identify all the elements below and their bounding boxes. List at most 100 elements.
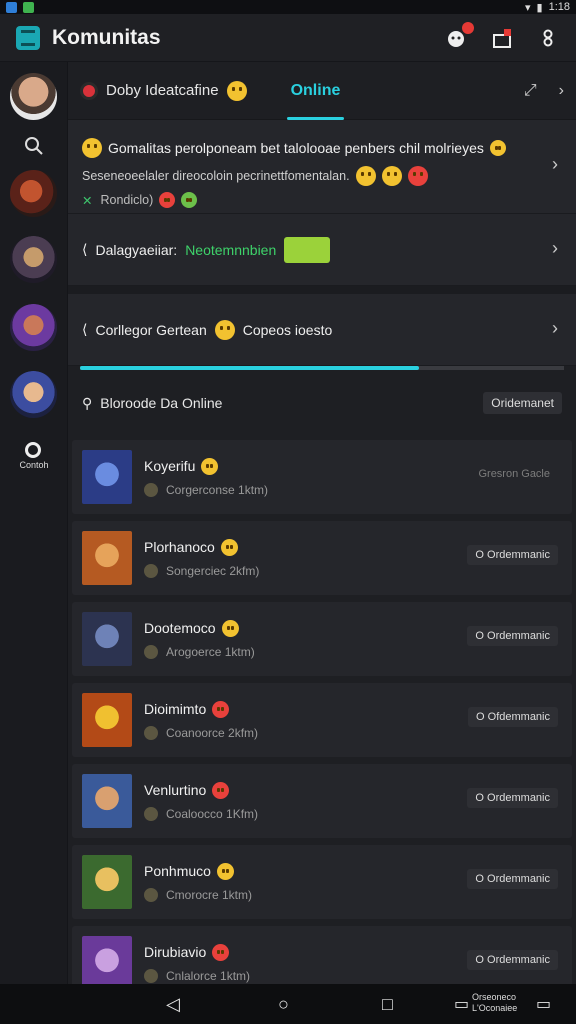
emoji-icon [212, 781, 230, 799]
search-icon[interactable] [23, 135, 45, 157]
close-icon[interactable]: ✕ [82, 193, 92, 208]
member-status[interactable]: O Ordemmanic [467, 788, 558, 808]
chevron-right-icon[interactable]: › [559, 82, 564, 100]
chat-icon[interactable]: ▭ [536, 994, 551, 1014]
app-bar: Komunitas [0, 14, 576, 62]
emoji-icon [226, 80, 247, 101]
pin-icon: ⚲ [82, 394, 93, 411]
app-notification-icon [6, 1, 17, 13]
member-status[interactable]: Gresron Gacle [470, 464, 558, 484]
emoji-icon [212, 943, 230, 961]
member-name: Dirubiavio [144, 944, 207, 960]
community-avatar-3[interactable] [10, 304, 57, 351]
list-item[interactable]: Koyerifu Corgerconse 1ktm) Gresron Gacle [72, 440, 572, 514]
member-thumbnail [82, 774, 132, 828]
badge-icon [144, 887, 158, 902]
emoji-icon [407, 166, 428, 186]
emoji-icon [212, 700, 230, 718]
member-subtitle: Arogoerce 1ktm) [166, 644, 255, 659]
tab-first-label: Doby Ideatcafine [106, 82, 219, 99]
tab-online[interactable]: Online [286, 62, 345, 120]
expand-icon[interactable]: ⤢ [524, 82, 537, 100]
badge-icon [144, 482, 158, 497]
list-item[interactable]: Dootemoco Arogoerce 1ktm) O Ordemmanic [72, 602, 572, 676]
sticker-icon [284, 236, 331, 263]
section-chip[interactable]: Oridemanet [483, 392, 562, 414]
description-line2: Seseneoeelaler direocoloin pecrinettfome… [82, 169, 350, 183]
community-avatar-1[interactable] [10, 170, 57, 217]
app-logo-icon [16, 25, 40, 50]
tab-first[interactable]: Doby Ideatcafine [80, 80, 247, 101]
member-thumbnail [82, 693, 132, 747]
wifi-icon: ▾ [524, 1, 531, 14]
tab-bar: Doby Ideatcafine Online ⤢ › [68, 62, 576, 120]
signal-icon: ▮ [536, 1, 543, 14]
community-description-card[interactable]: Gomalitas perolponeam bet talolooae penb… [68, 120, 576, 214]
member-status[interactable]: O Ordemmanic [467, 626, 558, 646]
badge-icon [144, 644, 158, 659]
community-avatar-4[interactable] [10, 371, 57, 418]
description-line3: Rondiclo) [100, 193, 154, 207]
member-status[interactable]: O Ofdemmanic [468, 707, 558, 727]
badge-icon [144, 725, 158, 740]
member-name: Ponhmuco [144, 863, 211, 879]
user-avatar[interactable] [10, 73, 57, 120]
ring-icon[interactable] [25, 442, 41, 458]
member-status[interactable]: O Ordemmanic [467, 869, 558, 889]
nav-note: Orseoneco L'Oconaiee [472, 992, 536, 1014]
member-thumbnail [82, 855, 132, 909]
main-panel: Doby Ideatcafine Online ⤢ › Gomalitas pe… [68, 62, 576, 1000]
list-item[interactable]: Plorhanoco Songerciec 2kfm) O Ordemmanic [72, 521, 572, 595]
nav-note-line1: Orseoneco [472, 992, 517, 1002]
emoji-icon [82, 138, 102, 158]
community-avatar-2[interactable] [10, 236, 57, 283]
member-subtitle: Cnlalorce 1ktm) [166, 968, 251, 983]
nav-note-line2: L'Oconaiee [472, 1003, 518, 1013]
emoji-icon [181, 192, 198, 208]
collection-label: Corllegor Gertean [95, 321, 207, 338]
home-icon[interactable]: ○ [278, 994, 289, 1015]
list-item[interactable]: Venlurtino Coaloocco 1Kfm) O Ordemmanic [72, 764, 572, 838]
online-section-header: ⚲ Bloroode Da Online Oridemanet [68, 370, 576, 436]
member-subtitle: Coanoorce 2kfm) [166, 725, 259, 740]
chevron-right-icon: › [552, 238, 558, 258]
emoji-icon [201, 457, 219, 475]
chevron-right-icon: › [552, 154, 558, 174]
member-subtitle: Corgerconse 1ktm) [166, 482, 269, 497]
badge-icon [144, 968, 158, 983]
emoji-icon [489, 140, 506, 156]
member-name: Koyerifu [144, 458, 196, 474]
rail-label: Contoh [19, 460, 49, 470]
record-icon [80, 81, 98, 100]
emoji-icon [221, 619, 239, 637]
tag-icon: ⟨ [82, 241, 88, 257]
collection-label-2: Copeos ioesto [242, 321, 333, 338]
category-green-label: Neotemnnbien [185, 241, 277, 258]
member-thumbnail [82, 531, 132, 585]
list-item[interactable]: Ponhmuco Cmorocre 1ktm) O Ordemmanic [72, 845, 572, 919]
emoji-icon [381, 166, 402, 186]
list-item[interactable]: Dioimimto Coanoorce 2kfm) O Ofdemmanic [72, 683, 572, 757]
settings-icon[interactable] [536, 26, 560, 50]
member-name: Venlurtino [144, 782, 207, 798]
emoji-icon [159, 192, 176, 208]
category-card[interactable]: ⟨ Dalagyaeiiar: Neotemnnbien › [68, 214, 576, 286]
window-icon[interactable]: ▭ [454, 994, 469, 1014]
app-title: Komunitas [52, 25, 161, 49]
progress-bar [80, 366, 564, 370]
recents-icon[interactable]: □ [382, 994, 393, 1015]
gift-icon[interactable] [490, 26, 514, 50]
notification-icon[interactable] [444, 21, 474, 50]
description-line1: Gomalitas perolponeam bet talolooae penb… [108, 140, 484, 156]
collection-card[interactable]: ⟨ Corllegor Gertean Copeos ioesto › [68, 294, 576, 366]
tag-icon: ⟨ [82, 321, 88, 337]
tab-online-label: Online [290, 81, 341, 99]
back-icon[interactable]: ◁ [166, 994, 180, 1015]
member-status[interactable]: O Ordemmanic [467, 545, 558, 565]
emoji-icon [220, 538, 238, 556]
member-subtitle: Cmorocre 1ktm) [166, 887, 253, 902]
category-label: Dalagyaeiiar: [95, 241, 178, 258]
badge-icon [144, 806, 158, 821]
member-name: Dioimimto [144, 701, 207, 717]
member-status[interactable]: O Ordemmanic [467, 950, 558, 970]
